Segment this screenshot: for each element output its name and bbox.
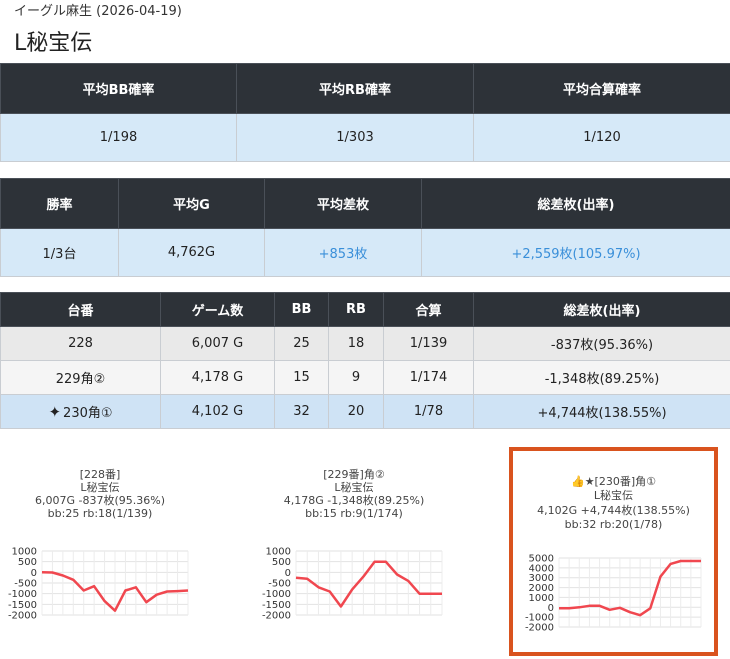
y-tick-label: -1500 [8,600,37,611]
row-combined: 1/174 [383,360,474,395]
row-machine-number: 230角① [63,406,113,421]
slump-graph: 10005000-500-1000-1500-2000 [8,547,189,622]
row-rb: 18 [328,326,384,361]
y-tick-label: -2000 [8,611,37,622]
row-machine-number: 229角② [0,360,161,395]
row-games: 6,007 G [160,326,275,361]
best-machine-highlight-frame [509,447,718,656]
y-tick-label: 1000 [266,547,291,558]
row-games: 4,178 G [160,360,275,395]
header-games: ゲーム数 [160,292,275,327]
row-games: 4,102 G [160,394,275,429]
row-diff: -837枚(95.36%) [473,326,730,361]
header-avg-games: 平均G [118,178,265,229]
y-tick-label: -500 [14,579,37,590]
table-row[interactable]: 228 6,007 G 25 18 1/139 -837枚(95.36%) [0,326,730,361]
y-tick-label: 0 [285,568,291,579]
y-tick-label: -500 [268,579,291,590]
header-avg-bb: 平均BB確率 [0,63,237,114]
row-bb: 15 [274,360,329,395]
average-probability-table: 平均BB確率 平均RB確率 平均合算確率 1/198 1/303 1/120 [0,63,730,162]
row-rb: 9 [328,360,384,395]
slump-graph: 10005000-500-1000-1500-2000 [262,547,443,622]
series-line [295,560,442,608]
card-number: [228番] [79,468,121,481]
header-avg-total: 平均合算確率 [473,63,730,114]
y-tick-label: 0 [31,568,37,579]
row-rb: 20 [328,394,384,429]
row-diff: +4,744枚(138.55%) [473,394,730,429]
value-avg-bb: 1/198 [0,113,237,162]
page-title: L秘宝伝 [14,31,93,56]
header-bb: BB [274,292,329,327]
card-bonus-stats: bb:25 rb:18(1/139) [47,507,153,520]
machine-card-229[interactable]: [229番]角② L秘宝伝 4,178G -1,348枚(89.25%) bb:… [254,447,454,643]
header-total-diff: 総差枚(出率) [421,178,730,229]
value-avg-games: 4,762G [118,228,265,277]
table-row[interactable]: 229角② 4,178 G 15 9 1/174 -1,348枚(89.25%) [0,360,730,395]
y-tick-label: -1500 [262,600,291,611]
row-bb: 25 [274,326,329,361]
row-machine-number: 228 [0,326,161,361]
card-machine-name: L秘宝伝 [80,481,120,494]
header-rb: RB [328,292,384,327]
row-combined: 1/78 [383,394,474,429]
value-win-rate: 1/3台 [0,228,119,277]
value-avg-diff: +853枚 [264,228,422,277]
row-diff: -1,348枚(89.25%) [473,360,730,395]
y-tick-label: 500 [272,557,291,568]
header-machine-number: 台番 [0,292,161,327]
y-tick-label: -1000 [8,589,37,600]
machine-table: 台番 ゲーム数 BB RB 合算 総差枚(出率) 228 6,007 G 25 … [0,292,730,429]
store-date-subtitle: イーグル麻生 (2026-04-19) [14,4,182,19]
card-bonus-stats: bb:15 rb:9(1/174) [305,507,403,520]
y-tick-label: -2000 [262,611,291,622]
value-total-diff: +2,559枚(105.97%) [421,228,730,277]
y-tick-label: 500 [18,557,37,568]
machine-card-228[interactable]: [228番] L秘宝伝 6,007G -837枚(95.36%) bb:25 r… [0,447,200,643]
value-avg-rb: 1/303 [236,113,474,162]
summary-table: 勝率 平均G 平均差枚 総差枚(出率) 1/3台 4,762G +853枚 +2… [0,178,730,277]
header-win-rate: 勝率 [0,178,119,229]
header-combined: 合算 [383,292,474,327]
sparkle-icon: ✦ [48,403,62,421]
row-bb: 32 [274,394,329,429]
card-result: 4,178G -1,348枚(89.25%) [283,494,425,507]
value-avg-total: 1/120 [473,113,730,162]
table-row[interactable]: ✦ 230角① 4,102 G 32 20 1/78 +4,744枚(138.55… [0,394,730,429]
card-result: 6,007G -837枚(95.36%) [34,494,165,507]
header-diff: 総差枚(出率) [473,292,730,327]
card-machine-name: L秘宝伝 [334,481,374,494]
header-avg-diff: 平均差枚 [264,178,422,229]
card-number: [229番]角② [323,468,385,481]
header-avg-rb: 平均RB確率 [236,63,474,114]
row-machine-number-cell: ✦ 230角① [0,394,161,429]
row-combined: 1/139 [383,326,474,361]
y-tick-label: 1000 [12,547,37,558]
y-tick-label: -1000 [262,589,291,600]
